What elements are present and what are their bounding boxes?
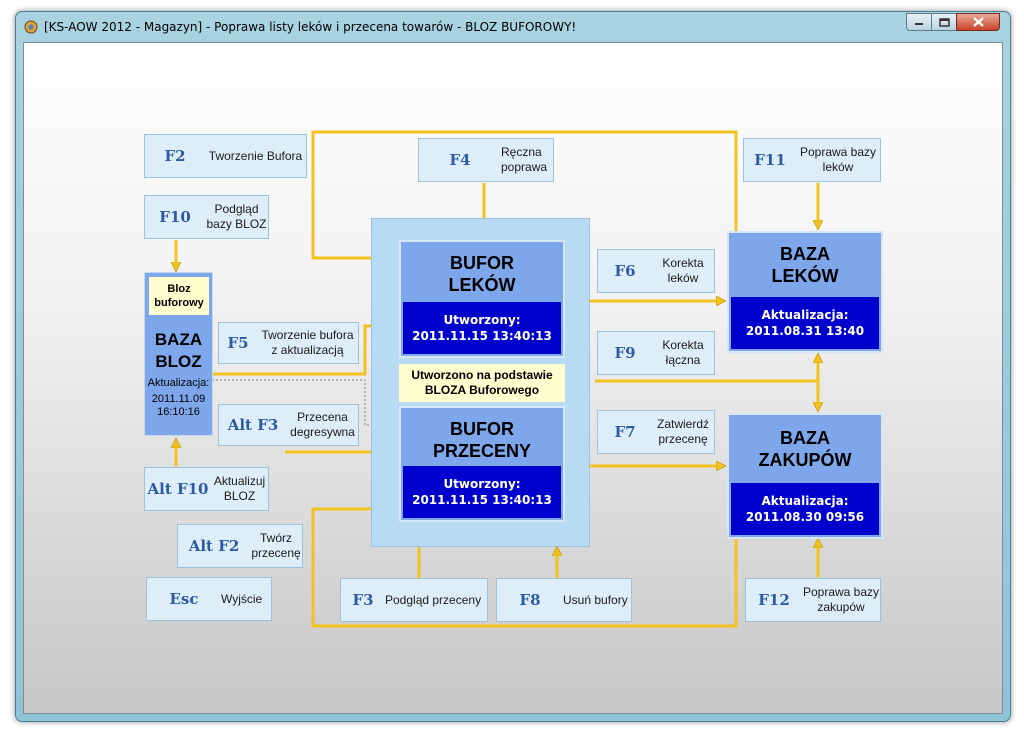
- key-desc: Aktualizuj BLOZ: [213, 474, 266, 503]
- created-value: 2011.11.15 13:40:13: [412, 329, 552, 343]
- key-f7-zatwierdz-przecene[interactable]: F7 Zatwierdź przecenę: [597, 410, 715, 454]
- key-f4-reczna-poprawa[interactable]: F4 Ręczna poprawa: [418, 138, 554, 182]
- update-value: 2011.08.30 09:56: [745, 510, 865, 524]
- key-desc: Poprawa bazy leków: [799, 145, 877, 174]
- baza-zakupow-update: Aktualizacja: 2011.08.30 09:56: [731, 483, 879, 535]
- key-label: Alt F3: [227, 416, 279, 434]
- key-label: F2: [164, 147, 186, 165]
- key-f2-tworzenie-bufora[interactable]: F2 Tworzenie Bufora: [144, 134, 307, 178]
- key-alt-f2-tworz-przecene[interactable]: Alt F2 Twórz przecenę: [177, 524, 303, 568]
- key-desc: Zatwierdź przecenę: [656, 417, 709, 446]
- key-desc: Twórz przecenę: [251, 531, 301, 560]
- key-label: F10: [159, 208, 191, 226]
- key-desc: Poprawa bazy zakupów: [802, 585, 880, 614]
- bloz-buforowy-tag: Bloz buforowy: [149, 277, 209, 315]
- baza-lekow-update: Aktualizacja: 2011.08.31 13:40: [731, 297, 879, 349]
- key-desc: Przecena degresywna: [290, 410, 355, 439]
- key-f11-poprawa-bazy-lekow[interactable]: F11 Poprawa bazy leków: [743, 138, 881, 182]
- key-desc: Podgląd przeceny: [385, 592, 482, 607]
- key-alt-f10-aktualizuj-bloz[interactable]: Alt F10 Aktualizuj BLOZ: [144, 467, 269, 511]
- baza-zakupow-title: BAZA ZAKUPÓW: [758, 428, 852, 470]
- key-f9-korekta-laczna[interactable]: F9 Korekta łączna: [597, 331, 715, 375]
- baza-lekow-block[interactable]: BAZA LEKÓW Aktualizacja: 2011.08.31 13:4…: [727, 231, 883, 353]
- key-label: F3: [352, 591, 374, 609]
- key-label: F12: [758, 591, 790, 609]
- key-label: F6: [614, 262, 636, 280]
- key-label: F7: [614, 423, 636, 441]
- bufor-przeceny-block[interactable]: BUFOR PRZECENY Utworzony: 2011.11.15 13:…: [399, 406, 565, 522]
- bufor-lekow-block[interactable]: BUFOR LEKÓW Utworzony: 2011.11.15 13:40:…: [399, 240, 565, 358]
- key-alt-f3-przecena-degresywna[interactable]: Alt F3 Przecena degresywna: [218, 404, 359, 446]
- key-f10-podglad-bloz[interactable]: F10 Podgląd bazy BLOZ: [144, 195, 269, 239]
- bloz-update-value: 2011.11.09 16:10:16: [151, 393, 206, 418]
- created-label: Utworzony:: [443, 477, 521, 491]
- key-desc: Korekta leków: [662, 256, 704, 285]
- key-label: F8: [519, 591, 541, 609]
- key-desc: Ręczna poprawa: [501, 145, 548, 174]
- key-esc-wyjscie[interactable]: Esc Wyjście: [146, 577, 272, 621]
- baza-zakupow-block[interactable]: BAZA ZAKUPÓW Aktualizacja: 2011.08.30 09…: [727, 413, 883, 539]
- key-label: F11: [754, 151, 786, 169]
- key-desc: Korekta łączna: [662, 338, 704, 367]
- baza-lekow-title: BAZA LEKÓW: [771, 244, 839, 286]
- key-f3-podglad-przeceny[interactable]: F3 Podgląd przeceny: [340, 578, 488, 622]
- key-f5-tworzenie-bufora-z-aktualizacja[interactable]: F5 Tworzenie bufora z aktualizacją: [218, 322, 359, 364]
- key-label: Alt F10: [147, 480, 209, 498]
- key-f12-poprawa-bazy-zakupow[interactable]: F12 Poprawa bazy zakupów: [745, 578, 881, 622]
- key-desc: Tworzenie bufora z aktualizacją: [261, 328, 354, 357]
- key-label: F9: [614, 344, 636, 362]
- update-label: Aktualizacja:: [761, 308, 849, 322]
- key-desc: Tworzenie Bufora: [208, 148, 303, 163]
- bloz-source-note: Utworzono na podstawie BLOZA Buforowego: [399, 364, 565, 402]
- key-desc: Wyjście: [221, 591, 263, 606]
- key-label: F5: [227, 334, 249, 352]
- bufor-przeceny-title: BUFOR PRZECENY: [432, 419, 531, 461]
- created-label: Utworzony:: [443, 313, 521, 327]
- key-label: Alt F2: [188, 537, 240, 555]
- bloz-title: BAZA BLOZ: [154, 330, 203, 371]
- bufor-lekow-created: Utworzony: 2011.11.15 13:40:13: [403, 302, 561, 354]
- key-label: Esc: [169, 590, 199, 608]
- bloz-update-label: Aktualizacja:: [147, 377, 210, 389]
- bufor-przeceny-created: Utworzony: 2011.11.15 13:40:13: [403, 466, 561, 518]
- key-desc: Podgląd bazy BLOZ: [206, 202, 267, 231]
- update-label: Aktualizacja:: [761, 494, 849, 508]
- bufor-lekow-title: BUFOR LEKÓW: [448, 253, 516, 295]
- key-f6-korekta-lekow[interactable]: F6 Korekta leków: [597, 249, 715, 293]
- update-value: 2011.08.31 13:40: [745, 324, 865, 338]
- key-label: F4: [449, 151, 471, 169]
- key-desc: Usuń bufory: [563, 592, 628, 607]
- created-value: 2011.11.15 13:40:13: [412, 493, 552, 507]
- key-f8-usun-bufory[interactable]: F8 Usuń bufory: [496, 578, 632, 622]
- baza-bloz-block[interactable]: Bloz buforowy BAZA BLOZ Aktualizacja: 20…: [144, 272, 213, 436]
